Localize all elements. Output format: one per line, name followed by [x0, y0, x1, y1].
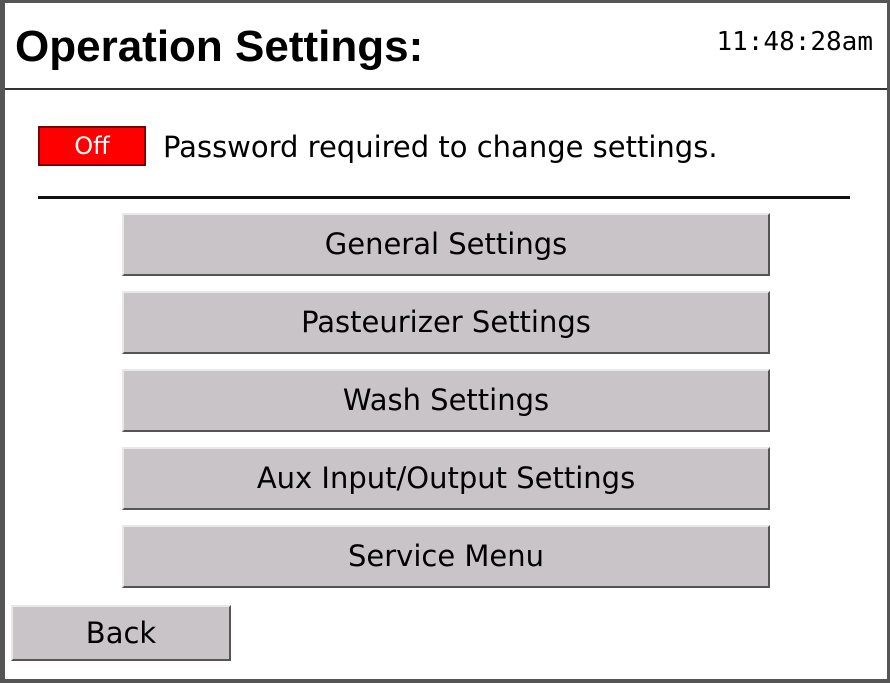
header-divider [5, 88, 887, 90]
wash-settings-button[interactable]: Wash Settings [122, 369, 770, 432]
back-button[interactable]: Back [11, 605, 231, 661]
section-divider [38, 196, 850, 199]
service-menu-button[interactable]: Service Menu [122, 525, 770, 588]
clock-readout: 11:48:28am [716, 27, 873, 57]
pasteurizer-settings-button[interactable]: Pasteurizer Settings [122, 291, 770, 354]
password-required-label: Password required to change settings. [163, 130, 718, 164]
general-settings-button[interactable]: General Settings [122, 213, 770, 276]
operation-settings-screen: Operation Settings: 11:48:28am Off Passw… [0, 0, 890, 683]
aux-input-output-settings-button[interactable]: Aux Input/Output Settings [122, 447, 770, 510]
page-title: Operation Settings: [15, 22, 424, 71]
password-required-toggle[interactable]: Off [38, 126, 146, 166]
